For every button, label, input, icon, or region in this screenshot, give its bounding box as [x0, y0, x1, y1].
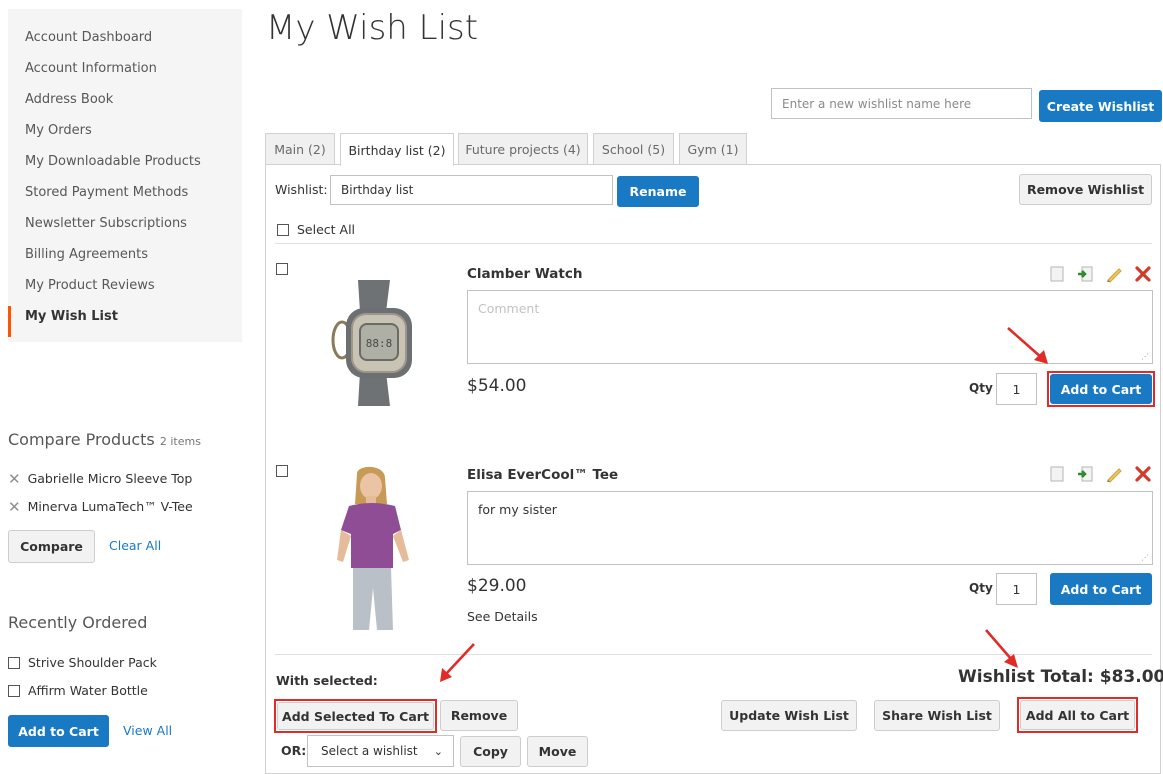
watch-image: 88:8: [331, 280, 412, 406]
item-checkbox[interactable]: [276, 263, 288, 275]
wishlist-select[interactable]: Select a wishlist ⌄: [307, 735, 454, 767]
qty-label: Qty: [969, 381, 993, 395]
select-all-label: Select All: [297, 222, 356, 237]
sidebar-item-address-book[interactable]: Address Book: [8, 89, 242, 120]
product-price: $29.00: [467, 576, 527, 596]
sidebar-item-account-information[interactable]: Account Information: [8, 58, 242, 89]
add-selected-to-cart-button[interactable]: Add Selected To Cart: [277, 702, 434, 730]
arrow-annotation-icon: [1007, 327, 1048, 364]
copy-item-icon[interactable]: [1047, 464, 1067, 484]
clear-all-link[interactable]: Clear All: [109, 538, 161, 553]
edit-pencil-icon[interactable]: [1104, 264, 1124, 284]
edit-pencil-icon[interactable]: [1104, 464, 1124, 484]
qty-label: Qty: [969, 581, 993, 595]
recent-item-checkbox[interactable]: [8, 684, 20, 697]
comment-placeholder: Comment: [478, 301, 540, 316]
rename-button[interactable]: Rename: [617, 176, 699, 207]
sidebar-item-newsletter-subscriptions[interactable]: Newsletter Subscriptions: [8, 213, 242, 244]
compare-item: ✕ Gabrielle Micro Sleeve Top: [8, 469, 193, 488]
view-all-link[interactable]: View All: [123, 723, 172, 738]
wishlist-name-input[interactable]: Birthday list: [330, 175, 613, 205]
product-name[interactable]: Clamber Watch: [467, 266, 582, 282]
move-item-icon[interactable]: [1075, 264, 1095, 284]
compare-count: 2 items: [159, 435, 201, 448]
sidebar-item-account-dashboard[interactable]: Account Dashboard: [8, 27, 242, 58]
new-wishlist-name-input[interactable]: Enter a new wishlist name here: [771, 88, 1032, 119]
add-all-to-cart-button[interactable]: Add All to Cart: [1020, 700, 1135, 730]
divider: [275, 243, 1152, 244]
tab-birthday-list[interactable]: Birthday list (2): [340, 133, 454, 166]
recent-item: Strive Shoulder Pack: [8, 655, 157, 670]
sidebar-item-downloadable-products[interactable]: My Downloadable Products: [8, 151, 242, 182]
select-all-checkbox[interactable]: [277, 223, 289, 236]
compare-button[interactable]: Compare: [8, 530, 95, 563]
tab-main[interactable]: Main (2): [265, 133, 335, 165]
copy-button[interactable]: Copy: [460, 736, 521, 767]
sidebar-item-my-orders[interactable]: My Orders: [8, 120, 242, 151]
page-title: My Wish List: [266, 8, 479, 48]
arrow-annotation-icon: [440, 643, 475, 682]
arrow-annotation-icon: [985, 629, 1018, 668]
svg-text:88:8: 88:8: [366, 337, 393, 350]
recent-item: Affirm Water Bottle: [8, 683, 148, 698]
qty-input[interactable]: 1: [996, 573, 1037, 605]
see-details-toggle[interactable]: See Details: [467, 609, 538, 624]
product-price: $54.00: [467, 376, 527, 396]
sidebar-item-stored-payment-methods[interactable]: Stored Payment Methods: [8, 182, 242, 213]
add-to-cart-button[interactable]: Add to Cart: [1050, 374, 1152, 404]
recently-ordered-title: Recently Ordered: [8, 613, 148, 632]
update-wish-list-button[interactable]: Update Wish List: [721, 700, 857, 731]
compare-products-title: Compare Products 2 items: [8, 430, 201, 449]
resize-grip-icon[interactable]: ⋰: [1141, 352, 1149, 361]
share-wish-list-button[interactable]: Share Wish List: [874, 700, 1000, 731]
compare-title-text: Compare Products: [8, 430, 155, 449]
create-wishlist-button[interactable]: Create Wishlist: [1039, 90, 1162, 122]
sidebar-item-product-reviews[interactable]: My Product Reviews: [8, 275, 242, 306]
recent-item-name[interactable]: Affirm Water Bottle: [28, 683, 148, 698]
compare-item: ✕ Minerva LumaTech™ V-Tee: [8, 497, 193, 516]
chevron-down-icon: ⌄: [433, 744, 443, 758]
move-button[interactable]: Move: [527, 736, 588, 767]
or-label: OR:: [281, 743, 307, 758]
wishlist-name-label: Wishlist:: [275, 182, 328, 197]
remove-selected-button[interactable]: Remove: [440, 700, 518, 731]
account-sidebar: Account Dashboard Account Information Ad…: [8, 9, 242, 342]
remove-compare-icon[interactable]: ✕: [8, 470, 21, 488]
remove-wishlist-button[interactable]: Remove Wishlist: [1019, 174, 1152, 205]
move-item-icon[interactable]: [1075, 464, 1095, 484]
remove-item-icon[interactable]: [1133, 264, 1153, 284]
recent-item-name[interactable]: Strive Shoulder Pack: [28, 655, 157, 670]
remove-compare-icon[interactable]: ✕: [8, 498, 21, 516]
wishlist-name-value: Birthday list: [341, 183, 414, 197]
recent-item-checkbox[interactable]: [8, 656, 20, 669]
remove-item-icon[interactable]: [1133, 464, 1153, 484]
copy-item-icon[interactable]: [1047, 264, 1067, 284]
add-to-cart-button[interactable]: Add to Cart: [1050, 573, 1152, 605]
product-image-watch[interactable]: 88:8: [320, 272, 435, 414]
comment-textarea[interactable]: for my sister ⋰: [467, 491, 1153, 565]
product-name[interactable]: Elisa EverCool™ Tee: [467, 467, 618, 483]
comment-value: for my sister: [478, 502, 557, 517]
new-wishlist-placeholder: Enter a new wishlist name here: [782, 96, 972, 111]
sidebar-item-my-wish-list: My Wish List: [8, 306, 242, 337]
with-selected-label: With selected:: [276, 673, 378, 688]
product-image-tee[interactable]: [327, 464, 427, 632]
tab-future-projects[interactable]: Future projects (4): [458, 133, 588, 165]
recent-add-to-cart-button[interactable]: Add to Cart: [8, 715, 109, 747]
resize-grip-icon[interactable]: ⋰: [1141, 553, 1149, 562]
tab-school[interactable]: School (5): [593, 133, 674, 165]
sidebar-item-billing-agreements[interactable]: Billing Agreements: [8, 244, 242, 275]
tab-gym[interactable]: Gym (1): [679, 133, 747, 165]
compare-item-name[interactable]: Gabrielle Micro Sleeve Top: [28, 471, 193, 486]
compare-item-name[interactable]: Minerva LumaTech™ V-Tee: [28, 499, 193, 514]
item-checkbox[interactable]: [276, 465, 288, 477]
select-all[interactable]: Select All: [277, 222, 355, 237]
qty-input[interactable]: 1: [996, 373, 1037, 405]
tee-model-image: [337, 466, 409, 630]
wishlist-select-value: Select a wishlist: [321, 744, 418, 758]
